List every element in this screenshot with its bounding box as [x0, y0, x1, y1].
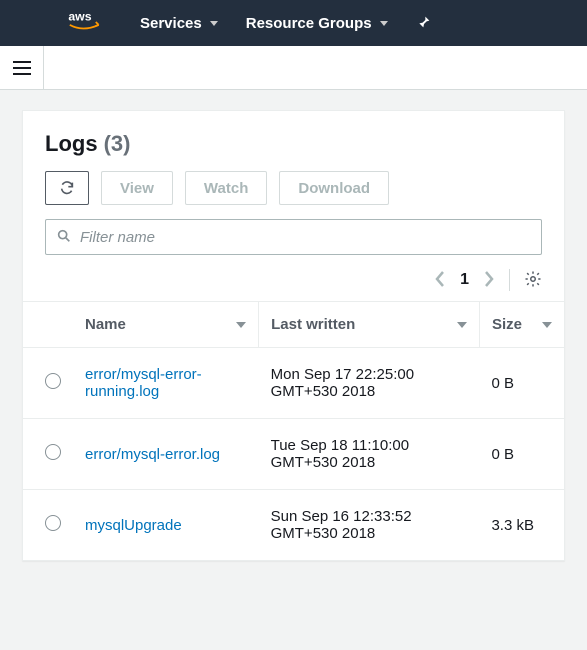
last-written-cell: Mon Sep 17 22:25:00 GMT+530 2018 — [259, 348, 480, 419]
page-number: 1 — [460, 271, 469, 289]
caret-down-icon — [380, 21, 388, 26]
sort-icon — [457, 322, 467, 328]
table-row: error/mysql-error.log Tue Sep 18 11:10:0… — [23, 419, 564, 490]
content: Logs (3) View Watch Download 1 — [0, 90, 587, 581]
row-radio[interactable] — [45, 373, 61, 389]
sub-bar — [0, 46, 587, 90]
sort-icon — [542, 322, 552, 328]
next-page[interactable] — [483, 270, 495, 291]
divider — [509, 269, 510, 291]
row-radio[interactable] — [45, 444, 61, 460]
nav-services[interactable]: Services — [140, 15, 218, 32]
last-written-cell: Tue Sep 18 11:10:00 GMT+530 2018 — [259, 419, 480, 490]
svg-text:aws: aws — [68, 9, 91, 23]
col-name-label: Name — [85, 316, 126, 333]
refresh-button[interactable] — [45, 171, 89, 205]
log-name-link[interactable]: error/mysql-error-running.log — [85, 366, 202, 400]
table-row: error/mysql-error-running.log Mon Sep 17… — [23, 348, 564, 419]
size-cell: 3.3 kB — [479, 490, 564, 561]
size-cell: 0 B — [479, 419, 564, 490]
watch-button[interactable]: Watch — [185, 171, 267, 205]
prev-page[interactable] — [434, 270, 446, 291]
aws-logo[interactable]: aws — [68, 9, 112, 38]
row-radio[interactable] — [45, 515, 61, 531]
nav-resource-groups[interactable]: Resource Groups — [246, 15, 388, 32]
panel-count: (3) — [104, 131, 131, 157]
col-select — [23, 302, 73, 348]
nav-services-label: Services — [140, 15, 202, 32]
filter-input[interactable] — [80, 229, 531, 246]
col-size[interactable]: Size — [479, 302, 564, 348]
panel-title: Logs — [45, 131, 98, 157]
settings-button[interactable] — [524, 270, 542, 291]
col-name[interactable]: Name — [73, 302, 259, 348]
logs-table: Name Last written Size error/mysql-error… — [23, 301, 564, 560]
col-last-written-label: Last written — [271, 316, 355, 333]
download-button[interactable]: Download — [279, 171, 389, 205]
table-row: mysqlUpgrade Sun Sep 16 12:33:52 GMT+530… — [23, 490, 564, 561]
logs-panel: Logs (3) View Watch Download 1 — [22, 110, 565, 561]
nav-resource-groups-label: Resource Groups — [246, 15, 372, 32]
pagination: 1 — [45, 269, 542, 291]
last-written-cell: Sun Sep 16 12:33:52 GMT+530 2018 — [259, 490, 480, 561]
filter-wrap — [45, 219, 542, 255]
panel-header: Logs (3) — [45, 131, 542, 157]
log-name-link[interactable]: error/mysql-error.log — [85, 446, 220, 463]
sort-icon — [236, 322, 246, 328]
col-size-label: Size — [492, 316, 522, 333]
toolbar: View Watch Download — [45, 171, 542, 205]
search-icon — [56, 228, 72, 247]
col-last-written[interactable]: Last written — [259, 302, 480, 348]
caret-down-icon — [210, 21, 218, 26]
menu-toggle[interactable] — [0, 46, 44, 90]
size-cell: 0 B — [479, 348, 564, 419]
view-button[interactable]: View — [101, 171, 173, 205]
pin-icon[interactable] — [416, 14, 432, 33]
log-name-link[interactable]: mysqlUpgrade — [85, 517, 182, 534]
top-nav: aws Services Resource Groups — [0, 0, 587, 46]
